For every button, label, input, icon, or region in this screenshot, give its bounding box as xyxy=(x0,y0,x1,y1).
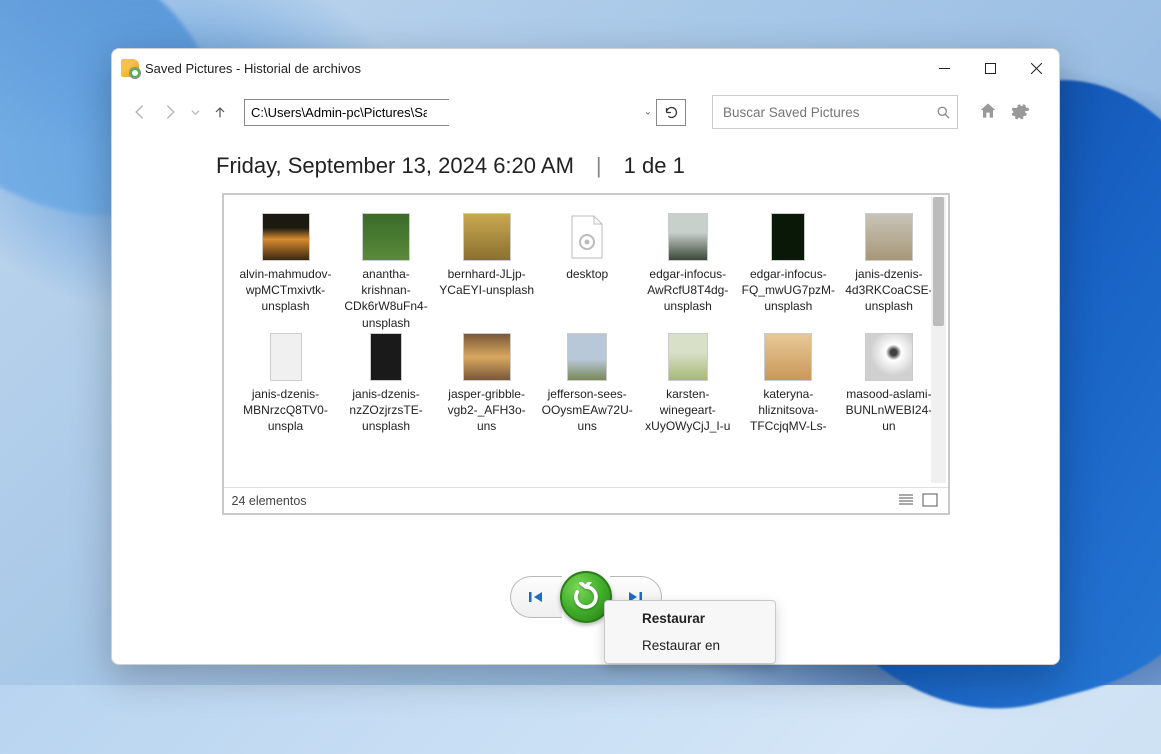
address-dropdown-icon: ⌄ xyxy=(644,107,652,118)
file-item[interactable]: desktop xyxy=(539,213,635,331)
status-bar: 24 elementos xyxy=(224,487,948,513)
file-item[interactable]: bernhard-JLjp-YCaEYI-unsplash xyxy=(439,213,535,331)
vertical-scrollbar[interactable] xyxy=(931,197,946,483)
recent-dropdown[interactable] xyxy=(188,100,202,124)
search-input[interactable] xyxy=(723,105,936,120)
file-thumbnail xyxy=(362,213,410,261)
file-name: alvin-mahmudov-wpMCTmxivtk-unsplash xyxy=(238,266,334,315)
file-thumbnail xyxy=(668,333,708,381)
file-name: anantha-krishnan-CDk6rW8uFn4-unsplash xyxy=(338,266,434,331)
window-controls xyxy=(921,52,1059,84)
maximize-button[interactable] xyxy=(967,52,1013,84)
file-thumbnail xyxy=(764,333,812,381)
file-thumbnail xyxy=(370,333,402,381)
file-thumbnail xyxy=(563,213,611,261)
app-icon xyxy=(121,59,139,77)
content-frame: alvin-mahmudov-wpMCTmxivtk-unsplashanant… xyxy=(222,193,950,515)
back-button[interactable] xyxy=(128,100,152,124)
file-history-window: Saved Pictures - Historial de archivos xyxy=(111,48,1060,665)
file-thumbnail xyxy=(865,213,913,261)
file-name: janis-dzenis-nzZOzjrzsTE-unsplash xyxy=(338,386,434,435)
close-button[interactable] xyxy=(1013,52,1059,84)
ctx-restore[interactable]: Restaurar xyxy=(605,605,775,632)
file-item[interactable]: jefferson-sees-OOysmEAw72U-uns xyxy=(539,333,635,435)
file-thumbnail xyxy=(463,333,511,381)
window-title: Saved Pictures - Historial de archivos xyxy=(145,61,361,76)
file-item[interactable]: kateryna-hliznitsova-TFCcjqMV-Ls- xyxy=(740,333,836,435)
minimize-button[interactable] xyxy=(921,52,967,84)
titlebar: Saved Pictures - Historial de archivos xyxy=(112,49,1059,87)
file-name: janis-dzenis-4d3RKCoaCSE-unsplash xyxy=(841,266,937,315)
file-item[interactable]: janis-dzenis-nzZOzjrzsTE-unsplash xyxy=(338,333,434,435)
snapshot-datetime: Friday, September 13, 2024 6:20 AM xyxy=(216,153,574,179)
forward-button[interactable] xyxy=(158,100,182,124)
file-item[interactable]: jasper-gribble-vgb2-_AFH3o-uns xyxy=(439,333,535,435)
ctx-restore-to[interactable]: Restaurar en xyxy=(605,632,775,659)
file-item[interactable]: edgar-infocus-AwRcfU8T4dg-unsplash xyxy=(640,213,736,331)
header-separator: | xyxy=(596,153,602,179)
file-item[interactable]: masood-aslami-BUNLnWEBI24-un xyxy=(841,333,937,435)
file-name: kateryna-hliznitsova-TFCcjqMV-Ls- xyxy=(740,386,836,435)
toolbar: ⌄ xyxy=(112,87,1059,143)
file-thumbnail xyxy=(668,213,708,261)
home-icon[interactable] xyxy=(978,101,1000,123)
file-name: masood-aslami-BUNLnWEBI24-un xyxy=(841,386,937,435)
settings-gear-icon[interactable] xyxy=(1010,101,1032,123)
snapshot-page-indicator: 1 de 1 xyxy=(624,153,685,179)
thumbnails-view-button[interactable] xyxy=(922,493,940,509)
file-name: edgar-infocus-FQ_mwUG7pzM-unsplash xyxy=(740,266,836,315)
file-item[interactable]: janis-dzenis-4d3RKCoaCSE-unsplash xyxy=(841,213,937,331)
file-item[interactable]: anantha-krishnan-CDk6rW8uFn4-unsplash xyxy=(338,213,434,331)
file-name: jasper-gribble-vgb2-_AFH3o-uns xyxy=(439,386,535,435)
up-button[interactable] xyxy=(208,100,232,124)
file-name: karsten-winegeart-xUyOWyCjJ_I-u xyxy=(640,386,736,435)
restore-context-menu: Restaurar Restaurar en xyxy=(604,600,776,664)
item-count: 24 elementos xyxy=(232,494,307,508)
file-item[interactable]: edgar-infocus-FQ_mwUG7pzM-unsplash xyxy=(740,213,836,331)
navigation-footer xyxy=(112,515,1059,664)
file-thumbnail xyxy=(567,333,607,381)
details-view-button[interactable] xyxy=(898,493,916,509)
file-thumbnail xyxy=(463,213,511,261)
file-item[interactable]: karsten-winegeart-xUyOWyCjJ_I-u xyxy=(640,333,736,435)
file-item[interactable]: alvin-mahmudov-wpMCTmxivtk-unsplash xyxy=(238,213,334,331)
search-box[interactable] xyxy=(712,95,958,129)
file-grid: alvin-mahmudov-wpMCTmxivtk-unsplashanant… xyxy=(224,195,948,487)
file-name: bernhard-JLjp-YCaEYI-unsplash xyxy=(439,266,535,298)
file-thumbnail xyxy=(262,213,310,261)
file-thumbnail xyxy=(270,333,302,381)
scrollbar-thumb[interactable] xyxy=(933,197,944,326)
address-bar-wrap: ⌄ xyxy=(244,99,656,126)
file-item[interactable]: janis-dzenis-MBNrzcQ8TV0-unspla xyxy=(238,333,334,435)
file-name: desktop xyxy=(566,266,608,282)
file-thumbnail xyxy=(771,213,805,261)
file-name: edgar-infocus-AwRcfU8T4dg-unsplash xyxy=(640,266,736,315)
file-thumbnail xyxy=(865,333,913,381)
file-name: jefferson-sees-OOysmEAw72U-uns xyxy=(539,386,635,435)
refresh-button[interactable] xyxy=(656,99,686,126)
search-icon[interactable] xyxy=(936,105,951,120)
snapshot-header: Friday, September 13, 2024 6:20 AM | 1 d… xyxy=(112,143,1059,193)
address-bar[interactable] xyxy=(244,99,449,126)
previous-version-button[interactable] xyxy=(510,576,562,618)
file-name: janis-dzenis-MBNrzcQ8TV0-unspla xyxy=(238,386,334,435)
